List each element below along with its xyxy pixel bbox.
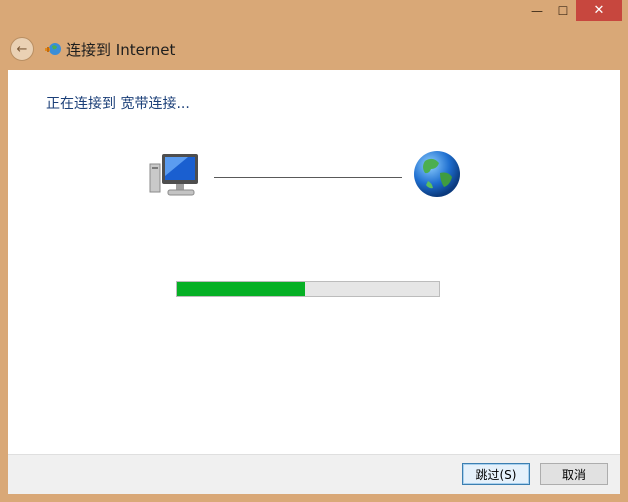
- content-area: 正在连接到 宽带连接...: [8, 70, 620, 454]
- skip-button[interactable]: 跳过(S): [462, 463, 530, 485]
- window-frame: — ☐ ✕ ← 连接到 Internet 正在连接到 宽带连接... 跳过(S)…: [0, 0, 628, 502]
- network-globe-icon: [45, 43, 61, 55]
- button-bar: 跳过(S) 取消: [8, 454, 620, 494]
- cancel-button[interactable]: 取消: [540, 463, 608, 485]
- progress-fill: [177, 282, 306, 296]
- globe-icon: [414, 151, 460, 197]
- window-title: 连接到 Internet: [66, 40, 176, 59]
- close-button[interactable]: ✕: [576, 0, 622, 21]
- back-arrow-icon: ←: [16, 41, 28, 57]
- maximize-button[interactable]: ☐: [550, 0, 576, 21]
- computer-icon: [149, 154, 198, 196]
- back-button[interactable]: ←: [10, 37, 34, 61]
- minimize-button[interactable]: —: [524, 0, 550, 21]
- caption-buttons: — ☐ ✕: [524, 0, 622, 22]
- nav-row: ← 连接到 Internet: [10, 36, 175, 62]
- connection-diagram: [8, 70, 620, 454]
- connection-line: [214, 177, 402, 178]
- progress-bar: [176, 281, 440, 297]
